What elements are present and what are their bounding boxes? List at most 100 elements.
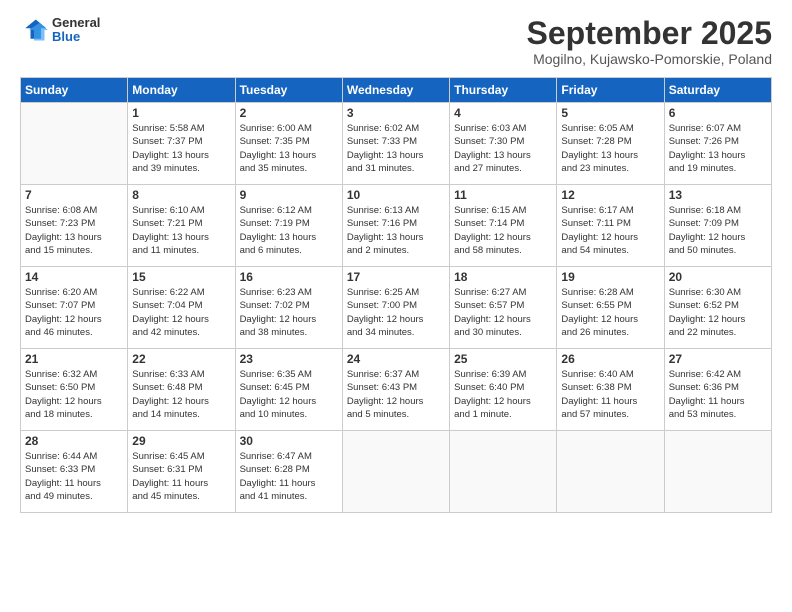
day-info: Sunrise: 6:08 AMSunset: 7:23 PMDaylight:… — [25, 204, 123, 257]
day-info: Sunrise: 6:05 AMSunset: 7:28 PMDaylight:… — [561, 122, 659, 175]
calendar-header-row: Sunday Monday Tuesday Wednesday Thursday… — [21, 78, 772, 103]
day-info: Sunrise: 6:02 AMSunset: 7:33 PMDaylight:… — [347, 122, 445, 175]
table-row: 12 Sunrise: 6:17 AMSunset: 7:11 PMDayligh… — [557, 185, 664, 267]
table-row: 27 Sunrise: 6:42 AMSunset: 6:36 PMDayligh… — [664, 349, 771, 431]
day-number: 6 — [669, 106, 767, 120]
day-number: 12 — [561, 188, 659, 202]
table-row: 15 Sunrise: 6:22 AMSunset: 7:04 PMDayligh… — [128, 267, 235, 349]
table-row — [557, 431, 664, 513]
week-row-2: 14 Sunrise: 6:20 AMSunset: 7:07 PMDayligh… — [21, 267, 772, 349]
day-number: 18 — [454, 270, 552, 284]
day-number: 25 — [454, 352, 552, 366]
table-row: 13 Sunrise: 6:18 AMSunset: 7:09 PMDayligh… — [664, 185, 771, 267]
day-number: 8 — [132, 188, 230, 202]
day-number: 23 — [240, 352, 338, 366]
day-info: Sunrise: 6:00 AMSunset: 7:35 PMDaylight:… — [240, 122, 338, 175]
table-row: 2 Sunrise: 6:00 AMSunset: 7:35 PMDaylight… — [235, 103, 342, 185]
table-row: 5Sunrise: 6:05 AMSunset: 7:28 PMDaylight… — [557, 103, 664, 185]
table-row: 18 Sunrise: 6:27 AMSunset: 6:57 PMDayligh… — [450, 267, 557, 349]
day-info: Sunrise: 6:18 AMSunset: 7:09 PMDaylight:… — [669, 204, 767, 257]
week-row-1: 7 Sunrise: 6:08 AMSunset: 7:23 PMDaylight… — [21, 185, 772, 267]
table-row: 19Sunrise: 6:28 AMSunset: 6:55 PMDayligh… — [557, 267, 664, 349]
col-wednesday: Wednesday — [342, 78, 449, 103]
day-info: Sunrise: 6:27 AMSunset: 6:57 PMDaylight:… — [454, 286, 552, 339]
table-row — [664, 431, 771, 513]
logo-icon — [20, 16, 48, 44]
day-info: Sunrise: 6:42 AMSunset: 6:36 PMDaylight:… — [669, 368, 767, 421]
table-row: 21 Sunrise: 6:32 AMSunset: 6:50 PMDayligh… — [21, 349, 128, 431]
table-row: 29 Sunrise: 6:45 AMSunset: 6:31 PMDayligh… — [128, 431, 235, 513]
logo: General Blue — [20, 16, 100, 45]
title-block: September 2025 Mogilno, Kujawsko-Pomorsk… — [527, 16, 772, 67]
table-row: 24Sunrise: 6:37 AMSunset: 6:43 PMDayligh… — [342, 349, 449, 431]
day-info: Sunrise: 6:22 AMSunset: 7:04 PMDaylight:… — [132, 286, 230, 339]
day-number: 17 — [347, 270, 445, 284]
col-friday: Friday — [557, 78, 664, 103]
table-row: 1Sunrise: 5:58 AMSunset: 7:37 PMDaylight… — [128, 103, 235, 185]
day-number: 14 — [25, 270, 123, 284]
col-thursday: Thursday — [450, 78, 557, 103]
day-info: Sunrise: 6:47 AMSunset: 6:28 PMDaylight:… — [240, 450, 338, 503]
location: Mogilno, Kujawsko-Pomorskie, Poland — [527, 51, 772, 67]
table-row: 11 Sunrise: 6:15 AMSunset: 7:14 PMDayligh… — [450, 185, 557, 267]
table-row: 25 Sunrise: 6:39 AMSunset: 6:40 PMDayligh… — [450, 349, 557, 431]
day-info: Sunrise: 6:25 AMSunset: 7:00 PMDaylight:… — [347, 286, 445, 339]
col-tuesday: Tuesday — [235, 78, 342, 103]
table-row: 3 Sunrise: 6:02 AMSunset: 7:33 PMDaylight… — [342, 103, 449, 185]
day-number: 9 — [240, 188, 338, 202]
day-number: 30 — [240, 434, 338, 448]
logo-text: General Blue — [52, 16, 100, 45]
table-row: 4 Sunrise: 6:03 AMSunset: 7:30 PMDaylight… — [450, 103, 557, 185]
day-number: 3 — [347, 106, 445, 120]
day-info: Sunrise: 6:03 AMSunset: 7:30 PMDaylight:… — [454, 122, 552, 175]
table-row: 26Sunrise: 6:40 AMSunset: 6:38 PMDayligh… — [557, 349, 664, 431]
day-number: 22 — [132, 352, 230, 366]
day-number: 16 — [240, 270, 338, 284]
day-number: 2 — [240, 106, 338, 120]
day-number: 24 — [347, 352, 445, 366]
logo-blue: Blue — [52, 30, 100, 44]
day-number: 28 — [25, 434, 123, 448]
day-info: Sunrise: 6:44 AMSunset: 6:33 PMDaylight:… — [25, 450, 123, 503]
table-row: 16 Sunrise: 6:23 AMSunset: 7:02 PMDayligh… — [235, 267, 342, 349]
day-number: 21 — [25, 352, 123, 366]
day-info: Sunrise: 6:12 AMSunset: 7:19 PMDaylight:… — [240, 204, 338, 257]
day-info: Sunrise: 6:39 AMSunset: 6:40 PMDaylight:… — [454, 368, 552, 421]
table-row: 20Sunrise: 6:30 AMSunset: 6:52 PMDayligh… — [664, 267, 771, 349]
week-row-0: 1Sunrise: 5:58 AMSunset: 7:37 PMDaylight… — [21, 103, 772, 185]
col-saturday: Saturday — [664, 78, 771, 103]
day-number: 29 — [132, 434, 230, 448]
table-row: 9 Sunrise: 6:12 AMSunset: 7:19 PMDaylight… — [235, 185, 342, 267]
table-row — [21, 103, 128, 185]
page-header: General Blue September 2025 Mogilno, Kuj… — [20, 16, 772, 67]
day-info: Sunrise: 6:40 AMSunset: 6:38 PMDaylight:… — [561, 368, 659, 421]
day-info: Sunrise: 6:32 AMSunset: 6:50 PMDaylight:… — [25, 368, 123, 421]
table-row: 7 Sunrise: 6:08 AMSunset: 7:23 PMDaylight… — [21, 185, 128, 267]
month-title: September 2025 — [527, 16, 772, 51]
day-info: Sunrise: 6:35 AMSunset: 6:45 PMDaylight:… — [240, 368, 338, 421]
day-info: Sunrise: 6:33 AMSunset: 6:48 PMDaylight:… — [132, 368, 230, 421]
day-number: 27 — [669, 352, 767, 366]
table-row: 22 Sunrise: 6:33 AMSunset: 6:48 PMDayligh… — [128, 349, 235, 431]
table-row: 28 Sunrise: 6:44 AMSunset: 6:33 PMDayligh… — [21, 431, 128, 513]
table-row: 30 Sunrise: 6:47 AMSunset: 6:28 PMDayligh… — [235, 431, 342, 513]
week-row-3: 21 Sunrise: 6:32 AMSunset: 6:50 PMDayligh… — [21, 349, 772, 431]
day-info: Sunrise: 6:15 AMSunset: 7:14 PMDaylight:… — [454, 204, 552, 257]
day-info: Sunrise: 6:28 AMSunset: 6:55 PMDaylight:… — [561, 286, 659, 339]
week-row-4: 28 Sunrise: 6:44 AMSunset: 6:33 PMDayligh… — [21, 431, 772, 513]
day-info: Sunrise: 6:20 AMSunset: 7:07 PMDaylight:… — [25, 286, 123, 339]
day-number: 15 — [132, 270, 230, 284]
day-info: Sunrise: 6:23 AMSunset: 7:02 PMDaylight:… — [240, 286, 338, 339]
col-sunday: Sunday — [21, 78, 128, 103]
calendar: Sunday Monday Tuesday Wednesday Thursday… — [20, 77, 772, 513]
day-info: Sunrise: 6:45 AMSunset: 6:31 PMDaylight:… — [132, 450, 230, 503]
day-number: 13 — [669, 188, 767, 202]
day-number: 4 — [454, 106, 552, 120]
day-number: 10 — [347, 188, 445, 202]
table-row: 17 Sunrise: 6:25 AMSunset: 7:00 PMDayligh… — [342, 267, 449, 349]
table-row: 10Sunrise: 6:13 AMSunset: 7:16 PMDayligh… — [342, 185, 449, 267]
table-row: 8Sunrise: 6:10 AMSunset: 7:21 PMDaylight… — [128, 185, 235, 267]
day-info: Sunrise: 6:17 AMSunset: 7:11 PMDaylight:… — [561, 204, 659, 257]
day-number: 7 — [25, 188, 123, 202]
day-number: 11 — [454, 188, 552, 202]
